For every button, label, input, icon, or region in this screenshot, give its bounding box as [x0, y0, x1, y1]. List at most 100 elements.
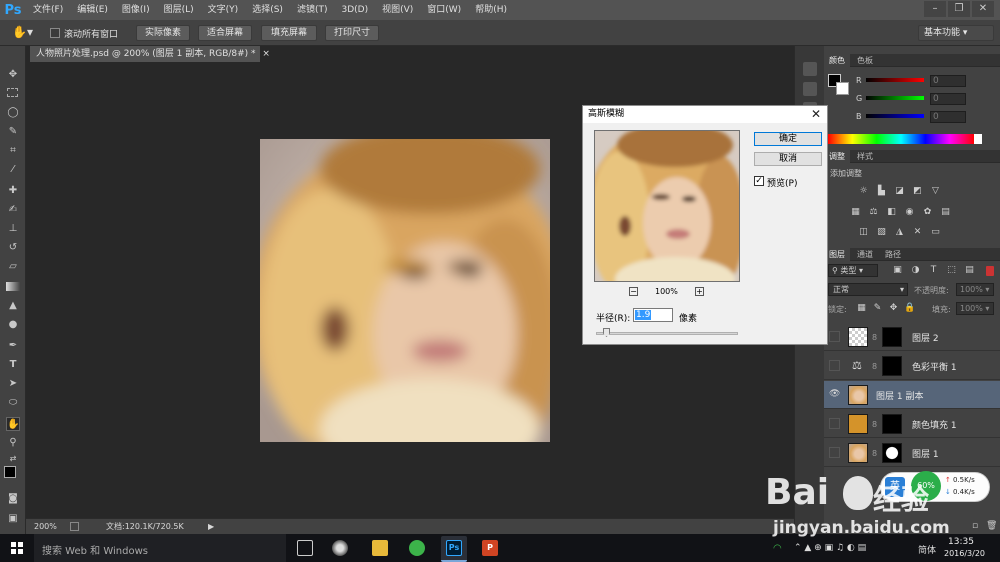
- tab-styles[interactable]: 样式: [852, 150, 878, 163]
- fill-field[interactable]: 100% ▾: [956, 302, 994, 315]
- powerpoint-taskbar-icon[interactable]: P: [482, 540, 498, 556]
- document-tab[interactable]: 人物照片处理.psd @ 200% (图层 1 副本, RGB/8#) * ×: [30, 46, 270, 62]
- swap-colors-icon[interactable]: ⇄: [6, 452, 20, 466]
- menu-window[interactable]: 窗口(W): [420, 0, 468, 20]
- foreground-color-swatch[interactable]: [4, 466, 16, 478]
- layer-row-color-fill[interactable]: 8 颜色填充 1: [824, 410, 1000, 438]
- print-size-button[interactable]: 打印尺寸: [325, 25, 379, 41]
- layer-row-layer-2[interactable]: 8 图层 2: [824, 323, 1000, 351]
- blur-tool-icon[interactable]: ▲: [6, 299, 20, 313]
- color-spectrum-bar[interactable]: [828, 134, 974, 144]
- hue-saturation-icon[interactable]: ▦: [850, 207, 861, 218]
- fill-screen-button[interactable]: 填充屏幕: [261, 25, 317, 41]
- menu-type[interactable]: 文字(Y): [201, 0, 246, 20]
- opacity-field[interactable]: 100% ▾: [956, 283, 994, 296]
- menu-image[interactable]: 图像(I): [115, 0, 157, 20]
- close-icon[interactable]: ✕: [972, 1, 994, 17]
- taskbar-search-input[interactable]: 搜索 Web 和 Windows: [42, 542, 148, 557]
- curves-icon[interactable]: ◪: [894, 186, 905, 197]
- tray-icons[interactable]: ⌃ ▲ ⊕ ▣ ♫ ◐ ▤: [794, 543, 866, 553]
- path-select-tool-icon[interactable]: ➤: [6, 377, 20, 391]
- gradient-tool-icon[interactable]: [6, 282, 20, 291]
- actual-pixels-button[interactable]: 实际像素: [136, 25, 190, 41]
- move-tool-icon[interactable]: ✥: [6, 68, 20, 82]
- menu-file[interactable]: 文件(F): [26, 0, 70, 20]
- radius-slider-track[interactable]: [596, 332, 738, 335]
- brightness-icon[interactable]: ☼: [858, 186, 869, 197]
- color-balance-icon[interactable]: ⚖: [868, 207, 879, 218]
- filter-shape-icon[interactable]: ⬚: [946, 265, 957, 276]
- zoom-level[interactable]: 200%: [34, 519, 57, 534]
- pen-tool-icon[interactable]: ✒: [6, 339, 20, 353]
- tab-swatches[interactable]: 色板: [852, 54, 878, 67]
- radius-slider-thumb[interactable]: [603, 328, 610, 337]
- zoom-out-icon[interactable]: −: [629, 287, 638, 296]
- photo-filter-icon[interactable]: ◉: [904, 207, 915, 218]
- new-layer-icon[interactable]: ▫: [972, 521, 982, 531]
- exposure-icon[interactable]: ◩: [912, 186, 923, 197]
- net-speed-widget[interactable]: 英 60% ↑ 0.5K/s ↓ 0.4K/s: [880, 471, 990, 502]
- eraser-tool-icon[interactable]: ▱: [6, 260, 20, 274]
- crop-tool-icon[interactable]: ⌗: [6, 144, 20, 158]
- ime-indicator[interactable]: 简体: [918, 543, 936, 556]
- filter-smart-icon[interactable]: ▤: [964, 265, 975, 276]
- layer-row-color-balance[interactable]: ⚖ 8 色彩平衡 1: [824, 352, 1000, 380]
- green-slider[interactable]: [866, 96, 924, 100]
- hand-tool-icon[interactable]: ✋: [6, 417, 20, 431]
- history-brush-tool-icon[interactable]: ↺: [6, 241, 20, 255]
- document-canvas-image[interactable]: [260, 139, 550, 442]
- marquee-tool-icon[interactable]: [7, 88, 18, 97]
- minimize-icon[interactable]: –: [924, 1, 946, 17]
- visibility-toggle[interactable]: [829, 360, 840, 371]
- tab-paths[interactable]: 路径: [880, 248, 906, 261]
- threshold-icon[interactable]: ◮: [894, 227, 905, 238]
- photoshop-taskbar-icon[interactable]: Ps: [446, 540, 462, 556]
- layer-row-layer-1[interactable]: 8 图层 1: [824, 439, 1000, 467]
- color-panel-background[interactable]: [836, 82, 849, 95]
- zoom-in-icon[interactable]: +: [695, 287, 704, 296]
- lock-transparency-icon[interactable]: ▦: [856, 303, 867, 314]
- workspace-select[interactable]: 基本功能 ▾: [918, 25, 994, 41]
- green-value-field[interactable]: 0: [930, 93, 966, 105]
- hand-tool-icon[interactable]: ✋▾: [12, 25, 34, 41]
- filter-type-icon[interactable]: T: [928, 265, 939, 276]
- browser-360-icon[interactable]: [409, 540, 425, 556]
- lock-all-icon[interactable]: 🔒: [904, 303, 915, 314]
- type-tool-icon[interactable]: T: [6, 358, 20, 372]
- fan-app-icon[interactable]: [332, 540, 348, 556]
- spectrum-white[interactable]: [974, 134, 982, 144]
- lasso-tool-icon[interactable]: ◯: [6, 106, 20, 120]
- red-slider[interactable]: [866, 78, 924, 82]
- healing-brush-tool-icon[interactable]: ✚: [6, 184, 20, 198]
- menu-help[interactable]: 帮助(H): [468, 0, 514, 20]
- levels-icon[interactable]: ▙: [876, 186, 887, 197]
- red-value-field[interactable]: 0: [930, 75, 966, 87]
- layer-filter-select[interactable]: ⚲ 类型 ▾: [828, 264, 878, 277]
- visibility-toggle[interactable]: [829, 331, 840, 342]
- export-icon[interactable]: [70, 522, 79, 531]
- properties-panel-icon[interactable]: [803, 82, 817, 96]
- dodge-tool-icon[interactable]: ●: [6, 318, 20, 332]
- wifi-icon[interactable]: ◠: [773, 543, 782, 554]
- menu-filter[interactable]: 滤镜(T): [290, 0, 335, 20]
- history-panel-icon[interactable]: [803, 62, 817, 76]
- layer-row-layer-1-copy[interactable]: 👁 图层 1 副本: [824, 381, 1000, 409]
- filter-pixel-icon[interactable]: ▣: [892, 265, 903, 276]
- cancel-button[interactable]: 取消: [754, 152, 822, 166]
- menu-select[interactable]: 选择(S): [245, 0, 290, 20]
- zoom-tool-icon[interactable]: ⚲: [6, 436, 20, 450]
- eye-icon[interactable]: 👁: [829, 389, 840, 400]
- preview-checkbox[interactable]: ✓: [754, 176, 764, 186]
- file-explorer-icon[interactable]: [372, 540, 388, 556]
- tab-color[interactable]: 颜色: [824, 54, 850, 67]
- clock-time[interactable]: 13:35: [948, 537, 974, 547]
- menu-layer[interactable]: 图层(L): [157, 0, 201, 20]
- black-white-icon[interactable]: ◧: [886, 207, 897, 218]
- menu-edit[interactable]: 编辑(E): [70, 0, 115, 20]
- visibility-toggle[interactable]: [829, 447, 840, 458]
- dialog-close-icon[interactable]: ✕: [809, 106, 823, 123]
- invert-icon[interactable]: ◫: [858, 227, 869, 238]
- fit-screen-button[interactable]: 适合屏幕: [198, 25, 252, 41]
- quick-mask-icon[interactable]: ◙: [6, 492, 20, 506]
- gradient-map-icon[interactable]: ▭: [930, 227, 941, 238]
